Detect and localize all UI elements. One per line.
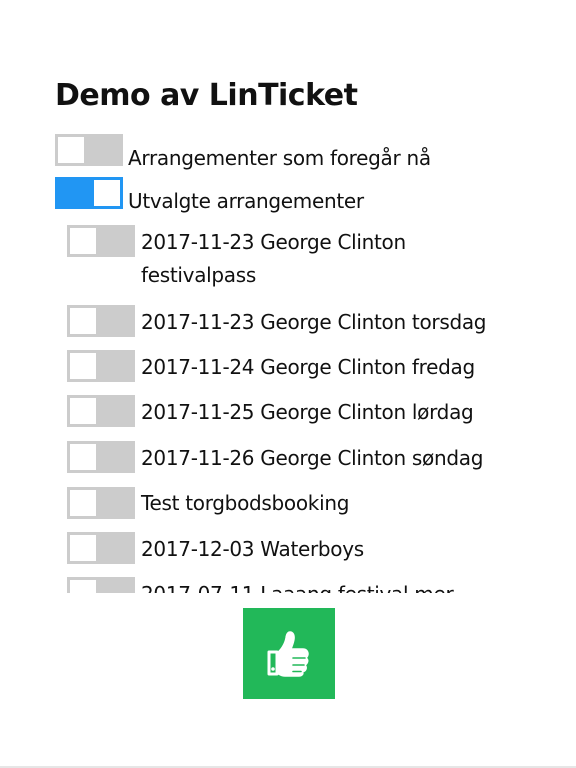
toggle-knob (70, 535, 96, 561)
like-button[interactable] (243, 608, 335, 699)
toggle-event-laaang[interactable] (67, 577, 135, 593)
toggle-current-events[interactable] (55, 134, 123, 166)
event-label-lordag: 2017-11-25 George Clinton lørdag (141, 400, 474, 424)
toggle-knob (70, 353, 96, 379)
event-label-torgbod: Test torgbodsbooking (141, 491, 350, 515)
event-label-fredag: 2017-11-24 George Clinton fredag (141, 355, 475, 379)
event-label-festivalpass: 2017-11-23 George Clinton festivalpass (141, 230, 406, 287)
event-label-torsdag: 2017-11-23 George Clinton torsdag (141, 310, 487, 334)
toggle-knob (70, 308, 96, 334)
event-label-sondag: 2017-11-26 George Clinton søndag (141, 446, 484, 470)
event-label-laaang: 2017-07-11 Laaang festival mer (141, 578, 454, 593)
toggle-event-torgbod[interactable] (67, 487, 135, 519)
label-current-events: Arrangementer som foregår nå (128, 146, 431, 170)
toggle-event-sondag[interactable] (67, 441, 135, 473)
toggle-event-torsdag[interactable] (67, 305, 135, 337)
thumbs-up-icon (267, 631, 309, 677)
event-list[interactable]: 2017-11-23 George Clinton festivalpass 2… (0, 222, 576, 593)
toggle-event-waterboys[interactable] (67, 532, 135, 564)
toggle-knob (70, 580, 96, 593)
toggle-selected-events[interactable] (55, 177, 123, 209)
toggle-knob (94, 180, 120, 206)
toggle-event-fredag[interactable] (67, 350, 135, 382)
toggle-knob (70, 398, 96, 424)
toggle-knob (70, 444, 96, 470)
toggle-event-lordag[interactable] (67, 395, 135, 427)
label-selected-events: Utvalgte arrangementer (128, 189, 364, 213)
toggle-event-festivalpass[interactable] (67, 225, 135, 257)
event-label-waterboys: 2017-12-03 Waterboys (141, 537, 364, 561)
page-title: Demo av LinTicket (55, 78, 358, 113)
toggle-knob (70, 490, 96, 516)
toggle-knob (58, 137, 84, 163)
toggle-knob (70, 228, 96, 254)
